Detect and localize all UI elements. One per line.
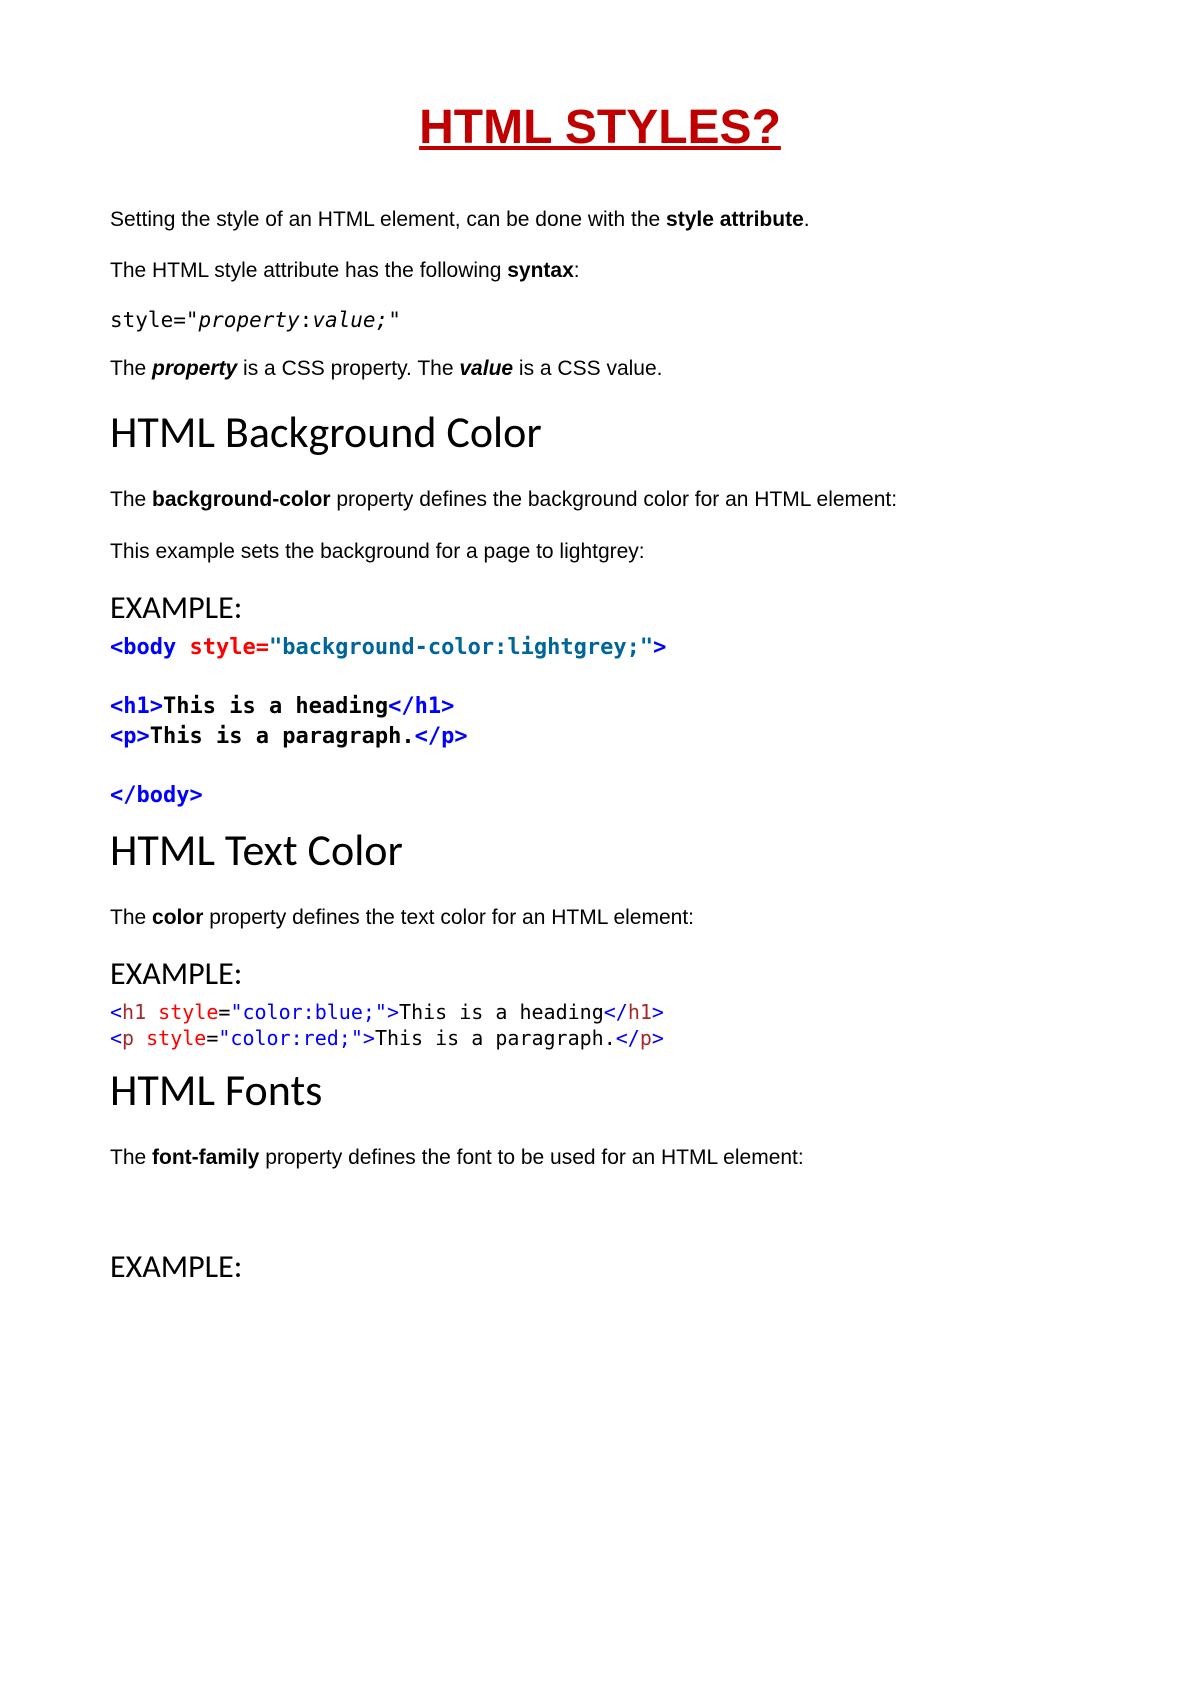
code-tagname: h1 [628, 1000, 652, 1024]
code-tagname: p [122, 1026, 134, 1050]
code-text: " [388, 308, 401, 332]
code-text: This is a paragraph. [150, 724, 415, 749]
code-bracket: </ [604, 1000, 628, 1024]
code-text: This is a paragraph. [375, 1026, 616, 1050]
text: is a CSS property. The [237, 357, 459, 380]
code-tagname: p [640, 1026, 652, 1050]
code-text: style=" [110, 308, 199, 332]
code-tag: <h1> [110, 694, 163, 719]
code-bracket: > [652, 1000, 664, 1024]
section-heading-bg-color: HTML Background Color [110, 405, 1090, 459]
code-tag: </body> [110, 783, 203, 808]
code-eq: = [218, 1000, 230, 1024]
code-bracket: < [110, 1000, 122, 1024]
text-bold: syntax [507, 259, 574, 282]
code-tag: </h1> [388, 694, 454, 719]
text: property defines the text color for an H… [203, 906, 694, 929]
fonts-paragraph: The font-family property defines the fon… [110, 1143, 1090, 1172]
code-bracket: > [652, 1026, 664, 1050]
text-bold: font-family [152, 1146, 259, 1169]
bg-paragraph-2: This example sets the background for a p… [110, 537, 1090, 566]
syntax-code: style="property:value;" [110, 308, 1090, 332]
code-tag: <p> [110, 724, 150, 749]
code-bracket: > [387, 1000, 399, 1024]
code-value: "background-color:lightgrey;" [269, 635, 653, 660]
intro-paragraph-3: The property is a CSS property. The valu… [110, 354, 1090, 383]
code-text: This is a heading [163, 694, 388, 719]
code-tag: > [653, 635, 666, 660]
document-page: HTML STYLES? Setting the style of an HTM… [0, 0, 1200, 1698]
code-italic: value; [312, 308, 388, 332]
text: The [110, 906, 152, 929]
text-bold-italic: value [459, 357, 513, 380]
text-bold: style attribute [666, 208, 804, 231]
code-text: : [300, 308, 313, 332]
code-italic: property [199, 308, 300, 332]
code-attr: style [146, 1000, 218, 1024]
example-code-2: <h1 style="color:blue;">This is a headin… [110, 999, 1090, 1051]
section-heading-fonts: HTML Fonts [110, 1063, 1090, 1117]
section-heading-text-color: HTML Text Color [110, 823, 1090, 877]
code-value: "color:blue;" [230, 1000, 387, 1024]
code-tag: </p> [415, 724, 468, 749]
text: The [110, 1146, 152, 1169]
text: : [574, 259, 580, 282]
code-eq: = [206, 1026, 218, 1050]
text: property defines the background color fo… [331, 488, 898, 511]
text: The [110, 488, 152, 511]
text-bold: background-color [152, 488, 331, 511]
text: The HTML style attribute has the followi… [110, 259, 507, 282]
text: . [804, 208, 810, 231]
text: property defines the font to be used for… [259, 1146, 803, 1169]
text-bold-italic: property [152, 357, 237, 380]
code-bracket: </ [616, 1026, 640, 1050]
example-label-3: EXAMPLE: [110, 1247, 1090, 1286]
code-value: "color:red;" [218, 1026, 363, 1050]
page-title: HTML STYLES? [110, 100, 1090, 155]
code-bracket: < [110, 1026, 122, 1050]
code-tagname: h1 [122, 1000, 146, 1024]
intro-paragraph-2: The HTML style attribute has the followi… [110, 256, 1090, 285]
text: is a CSS value. [513, 357, 662, 380]
code-attr: style [134, 1026, 206, 1050]
code-bracket: > [363, 1026, 375, 1050]
text: Setting the style of an HTML element, ca… [110, 208, 666, 231]
example-code-1: <body style="background-color:lightgrey;… [110, 633, 1090, 811]
bg-paragraph-1: The background-color property defines th… [110, 485, 1090, 514]
code-attr: style= [176, 635, 269, 660]
text: The [110, 357, 152, 380]
code-tag: <body [110, 635, 176, 660]
intro-paragraph-1: Setting the style of an HTML element, ca… [110, 205, 1090, 234]
text-bold: color [152, 906, 203, 929]
example-label-1: EXAMPLE: [110, 588, 1090, 627]
code-text: This is a heading [399, 1000, 604, 1024]
text-color-paragraph: The color property defines the text colo… [110, 903, 1090, 932]
example-label-2: EXAMPLE: [110, 954, 1090, 993]
spacer [110, 1195, 1090, 1235]
